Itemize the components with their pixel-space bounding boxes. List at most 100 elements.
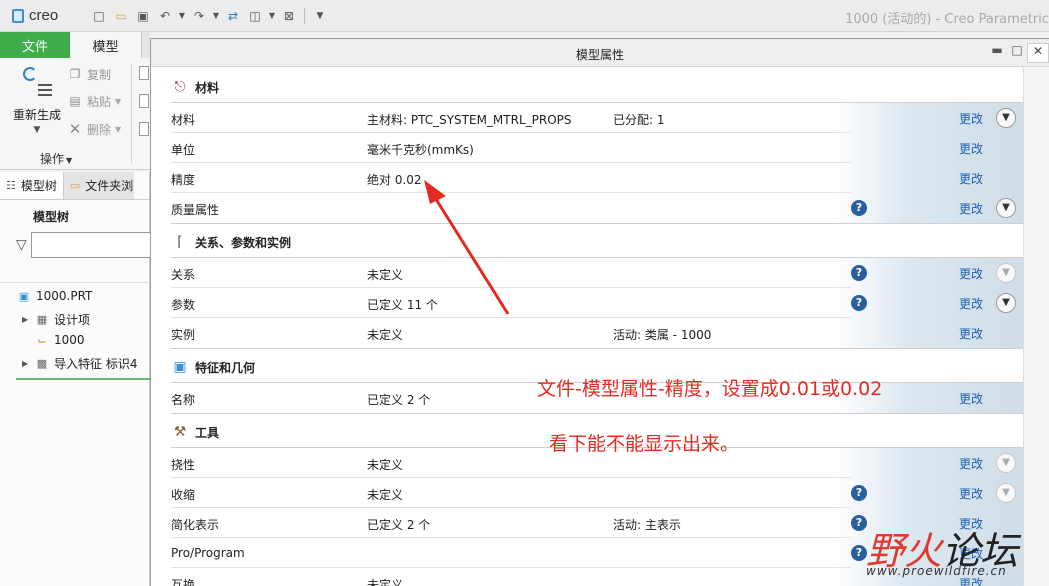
redo-dropdown-icon[interactable]: ▼ [212, 7, 220, 25]
chevron-down-icon[interactable]: ▼ [996, 293, 1016, 313]
section-divider [171, 413, 1023, 414]
paste-dropdown-icon[interactable]: ▼ [115, 97, 121, 106]
row-relations: 关系 未定义 ? 更改 ▼ [171, 258, 1023, 288]
csys-icon: ⌙ [37, 333, 47, 347]
change-link[interactable]: 更改 [959, 485, 983, 502]
folder-icon: ▭ [69, 179, 81, 192]
row-label: 精度 [171, 173, 196, 187]
row-value: 绝对 0.02 [367, 173, 422, 187]
change-link[interactable]: 更改 [959, 200, 983, 217]
minimize-icon[interactable]: ▬ [987, 43, 1007, 63]
chevron-down-icon[interactable]: ▼ [996, 263, 1016, 283]
tab-folder-browser[interactable]: ▭ 文件夹浏览器 [63, 172, 134, 199]
close-icon[interactable]: ✕ [1027, 43, 1049, 63]
operations-group-label[interactable]: 操作 ▼ [40, 150, 72, 167]
redo-icon[interactable]: ↷ [190, 7, 208, 25]
change-link[interactable]: 更改 [959, 110, 983, 127]
design-items-icon: ▦ [36, 313, 48, 326]
paste-icon: ▤ [69, 94, 81, 108]
ribbon-partial-icon[interactable] [139, 122, 149, 136]
chevron-down-icon[interactable]: ▼ [996, 198, 1016, 218]
row-value: 未定义 [367, 328, 404, 342]
row-shrinkage: 收缩 未定义 ? 更改 ▼ [171, 478, 1023, 508]
row-label: 质量属性 [171, 203, 220, 217]
row-value: 已定义 2 个 [367, 518, 431, 532]
expand-arrow-icon[interactable]: ▶ [22, 359, 34, 368]
paste-button[interactable]: ▤ 粘贴 ▼ [68, 91, 121, 111]
copy-button[interactable]: ❐ 复制 [68, 64, 111, 84]
row-label: 收缩 [171, 488, 196, 502]
change-link[interactable]: 更改 [959, 325, 983, 342]
relations-icon: ⌈ [177, 234, 183, 250]
paste-label: 粘贴 [87, 94, 112, 109]
regenerate-label: 重新生成 [12, 108, 61, 122]
creo-logo-text: creo [29, 7, 59, 24]
row-value: 未定义 [367, 268, 404, 282]
regenerate-button[interactable]: 重新生成 ▼ [8, 64, 66, 135]
undo-icon[interactable]: ↶ [156, 7, 174, 25]
change-link[interactable]: 更改 [959, 170, 983, 187]
row-label: 挠性 [171, 458, 196, 472]
customize-toolbar-icon[interactable]: ▼ [311, 7, 329, 25]
delete-button[interactable]: ✕ 删除 ▼ [68, 119, 121, 139]
change-link[interactable]: 更改 [959, 390, 983, 407]
help-icon[interactable]: ? [851, 485, 867, 501]
change-link[interactable]: 更改 [959, 455, 983, 472]
windows-dropdown-icon[interactable]: ▼ [268, 7, 276, 25]
tree-item-csys[interactable]: ⌙ 1000 [34, 333, 84, 347]
help-icon[interactable]: ? [851, 200, 867, 216]
row-label: 互换 [171, 578, 196, 586]
close-window-icon[interactable]: ⊠ [280, 7, 298, 25]
chevron-down-icon[interactable]: ▼ [996, 453, 1016, 473]
model-tree-panel: ☷ 模型树 ▭ 文件夹浏览器 模型树 ▽ ▣ 1000.PRT ▶ ▦ 设计项 … [0, 172, 210, 586]
dialog-title-bar: 模型属性 ▬ □ ✕ [151, 39, 1049, 67]
dialog-window-controls: ▬ □ ✕ [987, 43, 1049, 63]
help-icon[interactable]: ? [851, 515, 867, 531]
ribbon: 重新生成 ▼ ❐ 复制 ▤ 粘贴 ▼ ✕ 删除 ▼ 操作 ▼ [0, 58, 150, 170]
filter-icon[interactable]: ▽ [16, 237, 27, 253]
undo-dropdown-icon[interactable]: ▼ [178, 7, 186, 25]
new-file-icon[interactable]: □ [90, 7, 108, 25]
change-link[interactable]: 更改 [959, 140, 983, 157]
row-mass-properties: 质量属性 ? 更改 ▼ [171, 193, 1023, 223]
tab-model-tree[interactable]: ☷ 模型树 [0, 172, 64, 199]
chevron-down-icon[interactable]: ▼ [996, 108, 1016, 128]
row-accuracy: 精度 绝对 0.02 更改 [171, 163, 1023, 193]
row-label: 名称 [171, 393, 196, 407]
expand-arrow-icon[interactable]: ▶ [22, 315, 34, 324]
regenerate-small-icon[interactable]: ⇄ [224, 7, 242, 25]
insert-here-indicator [16, 378, 150, 380]
dialog-scroll-area[interactable] [1023, 67, 1049, 586]
help-icon[interactable]: ? [851, 545, 867, 561]
tab-file[interactable]: 文件 [0, 32, 70, 58]
row-value: 主材料: PTC_SYSTEM_MTRL_PROPS [367, 113, 572, 127]
ribbon-partial-icon[interactable] [139, 66, 149, 80]
ribbon-tabs: 文件 模型 [0, 32, 150, 58]
row-label: 实例 [171, 328, 196, 342]
change-link[interactable]: 更改 [959, 265, 983, 282]
chevron-down-icon[interactable]: ▼ [996, 483, 1016, 503]
tree-item-design-items[interactable]: ▶ ▦ 设计项 [22, 311, 90, 328]
model-properties-dialog: 模型属性 ▬ □ ✕ ⎋ 材料 材料 主材料: PTC_SYSTEM_MTRL_… [150, 38, 1049, 586]
windows-icon[interactable]: ◫ [246, 7, 264, 25]
open-folder-icon[interactable]: ▭ [112, 7, 130, 25]
row-value: 未定义 [367, 578, 404, 586]
change-link[interactable]: 更改 [959, 295, 983, 312]
tab-model[interactable]: 模型 [70, 32, 142, 58]
ribbon-partial-icon[interactable] [139, 94, 149, 108]
row-instances: 实例 未定义 活动: 类属 - 1000 更改 [171, 318, 1023, 348]
regenerate-dropdown-icon[interactable]: ▼ [8, 125, 66, 135]
tree-item-import-feature[interactable]: ▶ ▩ 导入特征 标识4 [22, 355, 137, 372]
maximize-icon[interactable]: □ [1007, 43, 1027, 63]
section-divider [171, 348, 1023, 349]
help-icon[interactable]: ? [851, 265, 867, 281]
delete-dropdown-icon[interactable]: ▼ [115, 125, 121, 134]
tree-item-part[interactable]: ▣ 1000.PRT [16, 289, 93, 303]
materials-icon: ⎋ [174, 79, 186, 95]
help-icon[interactable]: ? [851, 295, 867, 311]
creo-logo-icon [12, 8, 24, 23]
section-divider [171, 223, 1023, 224]
row-label: 材料 [171, 113, 196, 127]
delete-icon: ✕ [68, 120, 82, 138]
save-icon[interactable]: ▣ [134, 7, 152, 25]
